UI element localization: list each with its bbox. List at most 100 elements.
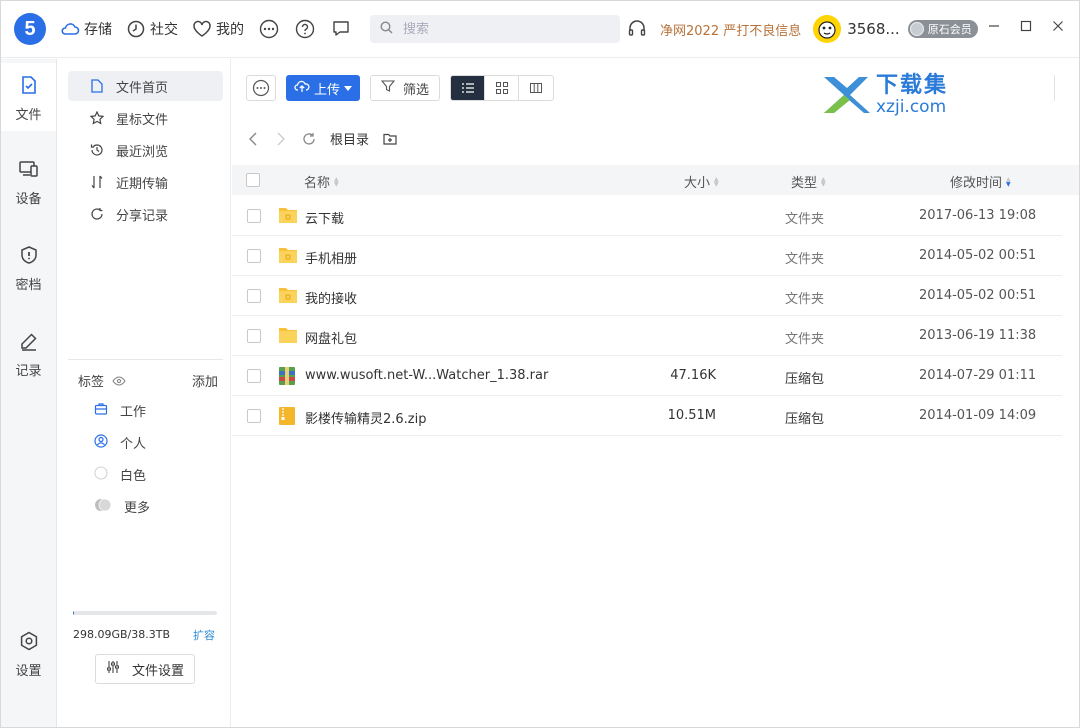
- divider: [68, 359, 223, 360]
- file-settings-button[interactable]: 文件设置: [95, 654, 195, 684]
- storage-progress-fill: [73, 611, 75, 615]
- message-icon[interactable]: [330, 18, 352, 40]
- file-name[interactable]: 我的接收: [305, 288, 357, 307]
- search-box[interactable]: [370, 15, 620, 43]
- search-input[interactable]: [403, 21, 603, 37]
- file-name[interactable]: 网盘礼包: [305, 328, 357, 347]
- row-checkbox[interactable]: [247, 329, 261, 343]
- sidebar-item-recent[interactable]: 最近浏览: [68, 135, 223, 165]
- tag-item-work[interactable]: 工作: [94, 401, 146, 420]
- add-tag-button[interactable]: 添加: [192, 371, 218, 390]
- tag-item-more[interactable]: 更多: [94, 497, 150, 516]
- briefcase-icon: [94, 402, 108, 420]
- file-icon: [90, 79, 104, 93]
- column-header-modified[interactable]: 修改时间 ▲ ▼: [950, 172, 1011, 191]
- file-type: 文件夹: [785, 252, 825, 267]
- sidebar-item-label: 近期传输: [116, 176, 169, 192]
- column-header-label: 大小: [684, 176, 711, 191]
- rail-item-devices[interactable]: 设备: [1, 159, 56, 207]
- table-row[interactable]: 云下载 文件夹 2017-06-13 19:08: [232, 196, 1062, 236]
- sidebar-item-home[interactable]: 文件首页: [68, 71, 223, 101]
- cloud-icon: [60, 19, 80, 39]
- nav-social[interactable]: 社交: [126, 19, 178, 39]
- refresh-icon[interactable]: [302, 132, 316, 146]
- title-bar: 5 存储 社交 我的 搜索 净网2022 严打不良信息 3568... 原石会员: [1, 1, 1079, 58]
- sidebar-item-transfers[interactable]: 近期传输: [68, 167, 223, 197]
- grid-icon: [495, 82, 508, 94]
- select-all-checkbox[interactable]: [246, 173, 260, 187]
- breadcrumb-root[interactable]: 根目录: [330, 129, 369, 148]
- back-icon[interactable]: [246, 132, 260, 146]
- headset-icon[interactable]: [626, 18, 648, 40]
- table-row[interactable]: 网盘礼包 文件夹 2013-06-19 11:38: [232, 316, 1062, 356]
- file-name[interactable]: www.wusoft.net-W...Watcher_1.38.rar: [305, 368, 548, 383]
- tag-item-white[interactable]: 白色: [94, 465, 146, 484]
- vip-gem-icon: [909, 22, 924, 36]
- row-checkbox[interactable]: [247, 409, 261, 423]
- username[interactable]: 3568...: [847, 20, 899, 38]
- grid-view-button[interactable]: [485, 76, 520, 100]
- nav-storage[interactable]: 存储: [60, 19, 112, 39]
- file-name[interactable]: 影楼传输精灵2.6.zip: [305, 408, 427, 427]
- eye-icon[interactable]: [112, 374, 126, 388]
- divider: [1054, 75, 1055, 101]
- file-name[interactable]: 云下载: [305, 208, 344, 227]
- nav-mine[interactable]: 我的: [192, 19, 244, 39]
- filter-button[interactable]: 筛选: [370, 75, 441, 101]
- file-modified: 2014-01-09 14:09: [919, 408, 1037, 423]
- upload-label: 上传: [314, 82, 341, 98]
- help-icon[interactable]: [294, 18, 316, 40]
- folder-icon: [278, 286, 298, 306]
- table-row[interactable]: 手机相册 文件夹 2014-05-02 00:51: [232, 236, 1062, 276]
- tag-item-personal[interactable]: 个人: [94, 433, 146, 452]
- maximize-icon[interactable]: [1019, 19, 1033, 33]
- rail-item-files[interactable]: 文件: [1, 63, 56, 131]
- upload-button[interactable]: 上传: [286, 75, 361, 101]
- table-row[interactable]: www.wusoft.net-W...Watcher_1.38.rar 47.16…: [232, 356, 1062, 396]
- table-row[interactable]: 我的接收 文件夹 2014-05-02 00:51: [232, 276, 1062, 316]
- rail-item-label: 密档: [15, 278, 42, 293]
- row-checkbox[interactable]: [247, 249, 261, 263]
- notice-text[interactable]: 净网2022 严打不良信息: [660, 20, 801, 39]
- rail-item-label: 记录: [15, 364, 42, 379]
- main-panel: 上传 筛选 下载集 xzji.com 根目录 名称 ▲ ▼ 大小 ▲ ▼ 类型 …: [232, 59, 1079, 727]
- table-row[interactable]: 影楼传输精灵2.6.zip 10.51M 压缩包 2014-01-09 14:09: [232, 396, 1062, 436]
- forward-icon[interactable]: [274, 132, 288, 146]
- nav-storage-label: 存储: [84, 22, 112, 38]
- column-header-type[interactable]: 类型 ▲ ▼: [791, 172, 826, 191]
- sidebar: 文件首页 星标文件 最近浏览 近期传输 分享记录 标签 添加 工作 个人 白色 …: [58, 59, 231, 727]
- column-header-name[interactable]: 名称 ▲ ▼: [304, 172, 339, 191]
- more-tags-icon: [94, 498, 112, 516]
- sort-icon: ▲ ▼: [334, 175, 339, 188]
- more-actions-button[interactable]: [246, 75, 276, 101]
- column-header-size[interactable]: 大小 ▲ ▼: [684, 172, 719, 191]
- sidebar-item-label: 最近浏览: [116, 144, 169, 160]
- rail-item-settings[interactable]: 设置: [1, 631, 56, 679]
- app-logo[interactable]: 5: [14, 13, 46, 45]
- expand-storage-link[interactable]: 扩容: [193, 627, 215, 643]
- filter-icon: [380, 79, 396, 97]
- row-checkbox[interactable]: [247, 209, 261, 223]
- column-view-button[interactable]: [519, 76, 553, 100]
- rail-item-records[interactable]: 记录: [1, 331, 56, 379]
- close-icon[interactable]: [1051, 19, 1065, 33]
- rail-item-vault[interactable]: 密档: [1, 245, 56, 293]
- vip-badge[interactable]: 原石会员: [907, 20, 978, 38]
- more-icon[interactable]: [258, 18, 280, 40]
- file-modified: 2014-07-29 01:11: [919, 368, 1037, 383]
- file-size: 47.16K: [670, 368, 716, 383]
- folder-icon: [278, 246, 298, 266]
- more-icon: [252, 79, 270, 97]
- avatar[interactable]: [813, 15, 842, 43]
- clock-icon: [126, 19, 146, 39]
- top-nav: 存储 社交 我的: [60, 19, 244, 39]
- minimize-icon[interactable]: [987, 19, 1001, 33]
- sidebar-item-starred[interactable]: 星标文件: [68, 103, 223, 133]
- shield-icon: [19, 245, 39, 269]
- row-checkbox[interactable]: [247, 289, 261, 303]
- sidebar-item-shares[interactable]: 分享记录: [68, 199, 223, 229]
- new-folder-icon[interactable]: [383, 132, 397, 146]
- row-checkbox[interactable]: [247, 369, 261, 383]
- list-view-button[interactable]: [451, 76, 486, 100]
- file-name[interactable]: 手机相册: [305, 248, 357, 267]
